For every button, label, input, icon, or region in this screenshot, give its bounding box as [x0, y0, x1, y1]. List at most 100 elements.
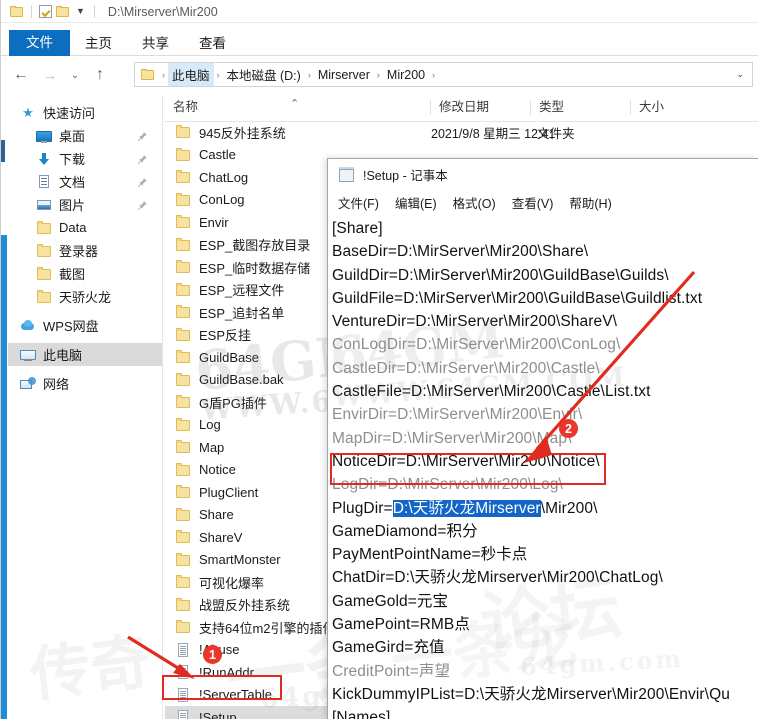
- sidebar-item-label: 快速访问: [43, 106, 96, 121]
- folder-icon: [36, 243, 52, 259]
- file-name: ESP反挂: [199, 328, 252, 344]
- notepad-line: EnvirDir=D:\MirServer\Mir200\Envir\: [332, 406, 583, 424]
- file-name: ShareV: [199, 529, 243, 545]
- table-row[interactable]: 945反外挂系统 2021/9/8 星期三 12:41 文件夹: [165, 121, 758, 144]
- back-button[interactable]: ←: [7, 61, 35, 89]
- left-edge-accent-top: [1, 140, 5, 162]
- column-header-size[interactable]: 大小: [631, 95, 731, 120]
- notepad-line: GamePoint=RMB点: [332, 616, 470, 634]
- column-header-date[interactable]: 修改日期: [431, 95, 531, 120]
- file-name: GuildBase.bak: [199, 372, 284, 388]
- breadcrumb-separator-3[interactable]: ›: [374, 70, 383, 80]
- notepad-line: PayMentPointName=秒卡点: [332, 546, 528, 564]
- folder-icon[interactable]: [10, 6, 24, 17]
- sidebar-item-5[interactable]: Data: [8, 216, 162, 239]
- pictures-icon: [36, 197, 52, 213]
- breadcrumb-mirserver[interactable]: Mirserver: [314, 66, 374, 84]
- download-icon: [36, 151, 52, 167]
- sidebar-item-4[interactable]: 图片: [8, 193, 162, 216]
- folder-icon: [175, 507, 191, 523]
- forward-button[interactable]: →: [36, 61, 64, 89]
- sidebar-item-label: WPS网盘: [43, 319, 99, 334]
- notepad-menu-bar: 文件(F) 编辑(E) 格式(O) 查看(V) 帮助(H): [328, 190, 758, 215]
- desktop-icon: [36, 128, 52, 144]
- file-name: GuildBase: [199, 349, 259, 365]
- folder-icon: [175, 552, 191, 568]
- folder-icon: [175, 147, 191, 163]
- customize-caret-icon[interactable]: ▼: [74, 7, 87, 16]
- menu-format[interactable]: 格式(O): [453, 193, 496, 212]
- pin-icon[interactable]: [137, 199, 148, 211]
- folder-icon: [175, 462, 191, 478]
- notepad-line: CastleDir=D:\MirServer\Mir200\Castle\: [332, 359, 600, 377]
- sidebar-item-2[interactable]: 下载: [8, 147, 162, 170]
- menu-file[interactable]: 文件(F): [338, 193, 379, 212]
- notepad-line: GuildDir=D:\MirServer\Mir200\GuildBase\G…: [332, 266, 669, 284]
- file-name: ConLog: [199, 192, 245, 208]
- breadcrumb-separator-2[interactable]: ›: [305, 70, 314, 80]
- sidebar-item-8[interactable]: 天骄火龙: [8, 285, 162, 308]
- file-name: ChatLog: [199, 169, 249, 185]
- folder-icon: [175, 259, 191, 275]
- toolbar-divider: [31, 5, 32, 18]
- menu-help[interactable]: 帮助(H): [569, 193, 611, 212]
- notepad-line: GameDiamond=积分: [332, 522, 478, 540]
- menu-view[interactable]: 查看(V): [512, 193, 554, 212]
- plugdir-key: PlugDir=: [332, 499, 393, 517]
- pin-icon[interactable]: [137, 176, 148, 188]
- file-name: SmartMonster: [199, 552, 281, 568]
- folder-icon: [175, 484, 191, 500]
- pin-icon[interactable]: [137, 153, 148, 165]
- sidebar-item-label: 下载: [59, 152, 86, 167]
- tab-share[interactable]: 共享: [127, 32, 184, 57]
- notepad-line: VentureDir=D:\MirServer\Mir200\ShareV\: [332, 313, 618, 331]
- file-name: 可视化爆率: [199, 575, 265, 591]
- up-button[interactable]: ↑: [86, 61, 114, 89]
- tab-view[interactable]: 查看: [184, 32, 241, 57]
- text-file-icon: [175, 709, 191, 719]
- notepad-title-bar: !Setup - 记事本: [328, 159, 758, 190]
- column-header-type-label: 类型: [539, 100, 565, 114]
- notepad-line: ChatDir=D:\天骄火龙Mirserver\Mir200\ChatLog\: [332, 569, 663, 587]
- breadcrumb-separator-1[interactable]: ›: [214, 70, 223, 80]
- sidebar-item-7[interactable]: 截图: [8, 262, 162, 285]
- breadcrumb-local-disk[interactable]: 本地磁盘 (D:): [223, 63, 305, 86]
- folder-icon: [175, 394, 191, 410]
- sidebar-item-10[interactable]: 此电脑: [8, 343, 162, 366]
- sidebar-item-0[interactable]: ★ 快速访问: [8, 101, 162, 124]
- folder-icon: [175, 529, 191, 545]
- properties-checkbox-icon[interactable]: [39, 5, 52, 18]
- notepad-line: BaseDir=D:\MirServer\Mir200\Share\: [332, 243, 589, 261]
- sidebar-item-1[interactable]: 桌面: [8, 124, 162, 147]
- address-dropdown-icon[interactable]: ⌄: [736, 69, 748, 80]
- file-name: ESP_远程文件: [199, 283, 285, 299]
- sidebar-item-9[interactable]: WPS网盘: [8, 314, 162, 337]
- tab-file[interactable]: 文件: [9, 29, 70, 56]
- column-header-name[interactable]: 名称 ⌃: [165, 95, 431, 120]
- column-header-date-label: 修改日期: [439, 100, 490, 114]
- breadcrumb-this-pc[interactable]: 此电脑: [168, 63, 214, 86]
- breadcrumb-mir200[interactable]: Mir200: [383, 66, 429, 84]
- breadcrumb-separator-4[interactable]: ›: [429, 70, 438, 80]
- column-header-size-label: 大小: [639, 100, 665, 114]
- file-type: 文件夹: [537, 126, 575, 141]
- plugdir-box: [330, 453, 606, 485]
- menu-edit[interactable]: 编辑(E): [395, 193, 437, 212]
- file-name: Envir: [199, 214, 229, 230]
- tab-home[interactable]: 主页: [70, 32, 127, 57]
- notepad-line: CastleFile=D:\MirServer\Mir200\Castle\Li…: [332, 383, 651, 401]
- address-bar[interactable]: › 此电脑 › 本地磁盘 (D:) › Mirserver › Mir200 ›…: [134, 62, 753, 87]
- new-folder-icon[interactable]: [56, 6, 70, 17]
- recent-locations-button[interactable]: ⌄: [65, 61, 85, 89]
- sidebar-item-label: 登录器: [59, 244, 99, 259]
- sidebar-item-11[interactable]: 网络: [8, 372, 162, 395]
- folder-icon: [175, 349, 191, 365]
- pin-icon[interactable]: [137, 130, 148, 142]
- folder-icon: [175, 214, 191, 230]
- sidebar-item-3[interactable]: 文档: [8, 170, 162, 193]
- notepad-line: GuildFile=D:\MirServer\Mir200\GuildBase\…: [332, 289, 703, 307]
- file-name: G盾PG插件: [199, 395, 267, 411]
- sidebar-item-6[interactable]: 登录器: [8, 239, 162, 262]
- file-name: ESP_追封名单: [199, 305, 285, 321]
- column-header-type[interactable]: 类型: [531, 95, 631, 120]
